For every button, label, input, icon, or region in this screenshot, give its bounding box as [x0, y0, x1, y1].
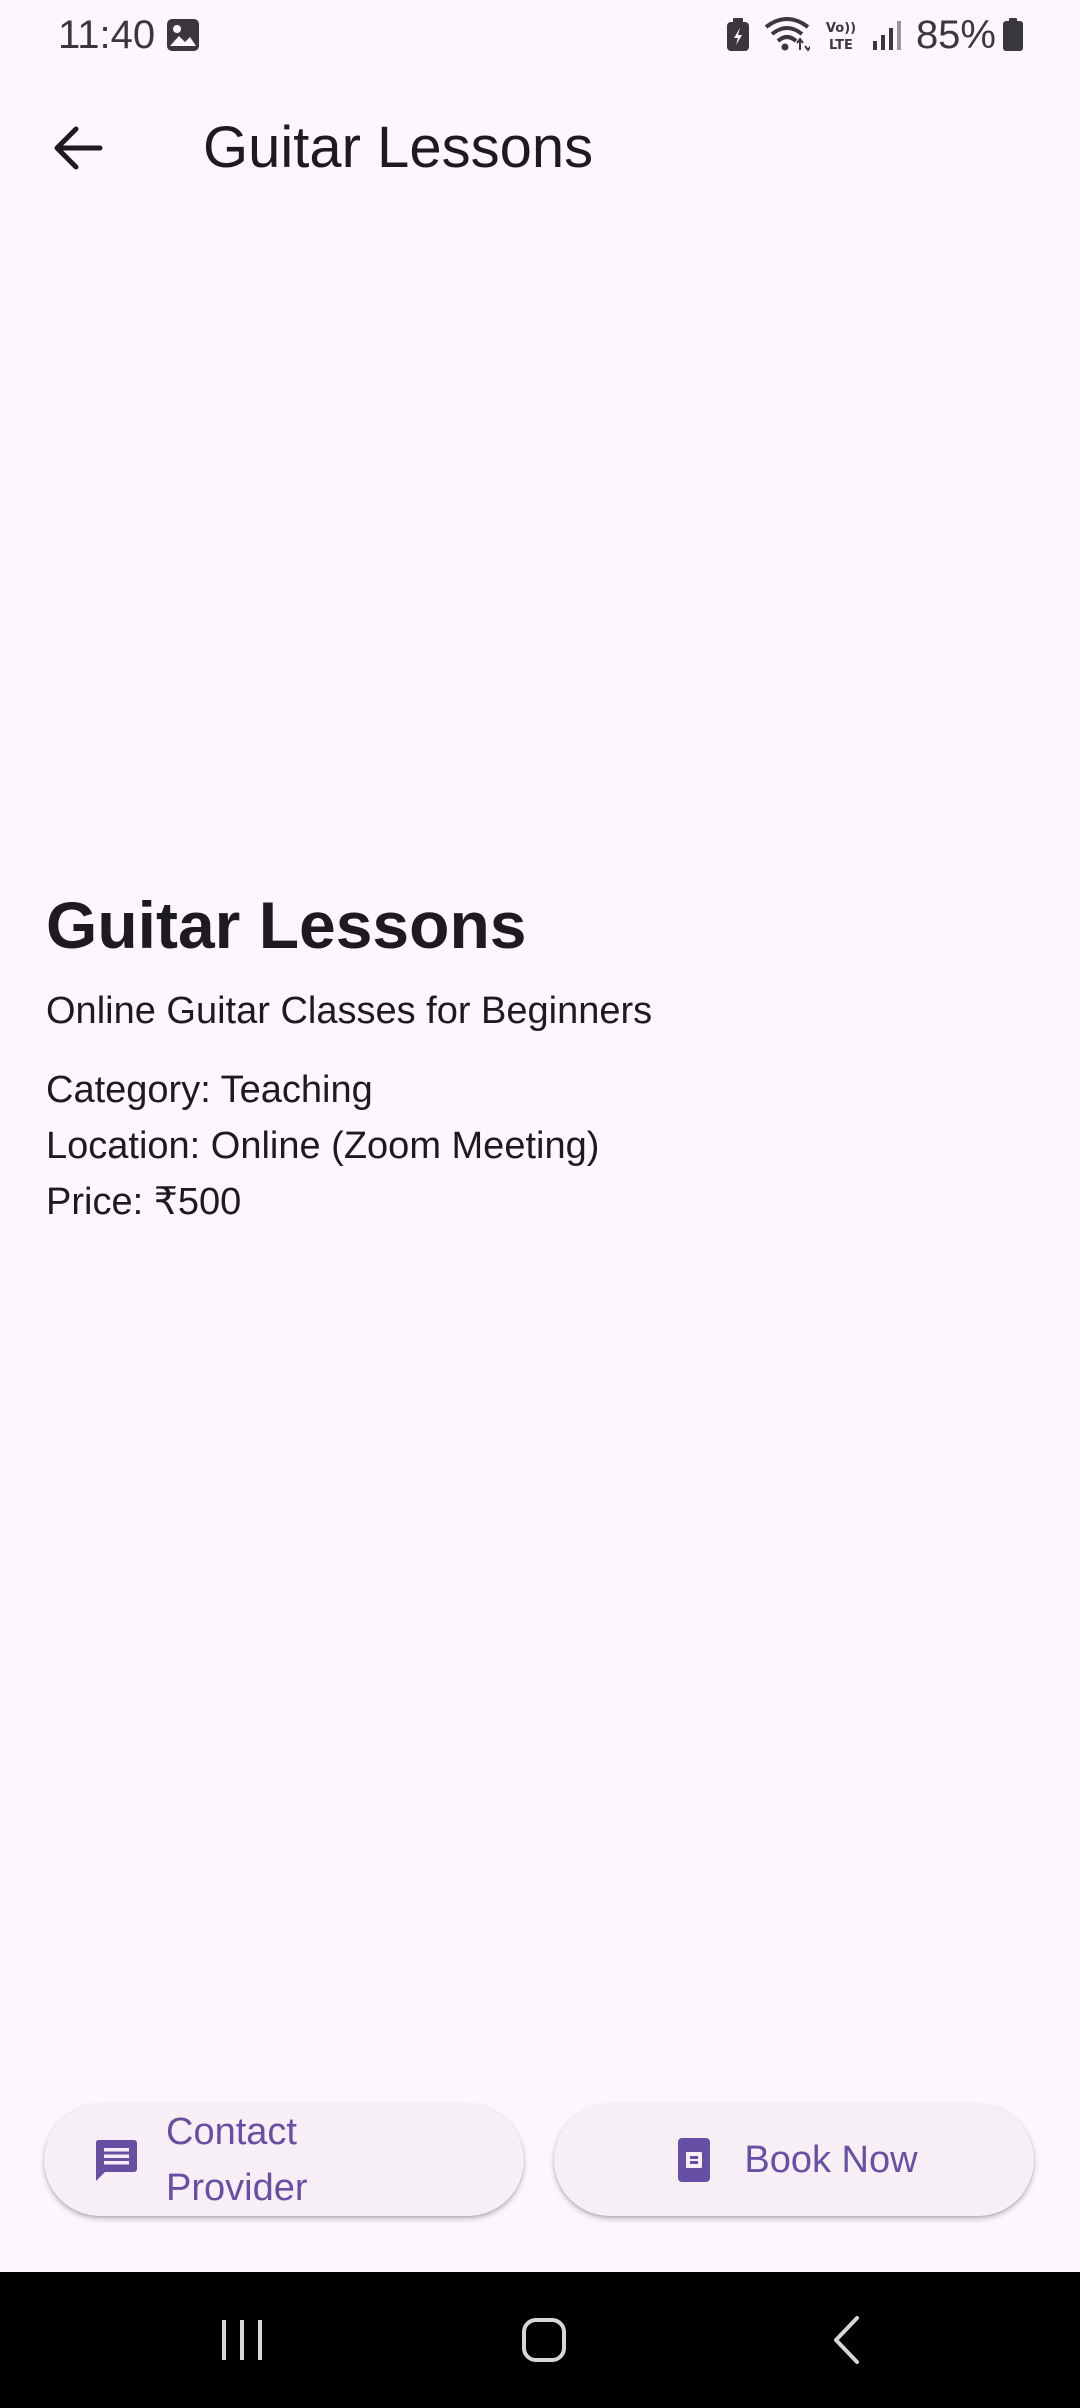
recents-icon — [222, 2320, 262, 2360]
system-nav-bar — [0, 2272, 1080, 2408]
service-location: Location: Online (Zoom Meeting) — [46, 1125, 600, 1167]
contact-provider-label: Contact Provider — [166, 2111, 308, 2209]
service-category: Category: Teaching — [46, 1069, 373, 1111]
book-now-label: Book Now — [744, 2139, 918, 2181]
app-bar: Guitar Lessons — [0, 86, 1080, 210]
gallery-icon — [166, 18, 200, 52]
home-icon — [522, 2318, 566, 2362]
home-button[interactable] — [484, 2300, 604, 2380]
wifi-icon — [764, 17, 810, 53]
service-price: Price: ₹500 — [46, 1181, 242, 1223]
volte-icon: Vo)) LTE — [824, 17, 858, 53]
page-title: Guitar Lessons — [203, 115, 594, 180]
book-now-button[interactable]: Book Now — [554, 2104, 1034, 2216]
svg-text:LTE: LTE — [829, 38, 853, 53]
battery-saver-icon — [726, 18, 750, 52]
service-title: Guitar Lessons — [46, 888, 527, 962]
recents-button[interactable] — [182, 2300, 302, 2380]
status-time: 11:40 — [58, 13, 156, 57]
back-button[interactable] — [36, 112, 120, 184]
book-icon — [670, 2136, 718, 2184]
battery-icon — [1002, 18, 1024, 52]
status-bar: 11:40 Vo)) LTE 85% — [0, 0, 1080, 70]
svg-text:Vo)): Vo)) — [826, 21, 856, 36]
service-info: Category: Teaching Location: Online (Zoo… — [46, 1062, 1036, 1230]
service-details: Guitar Lessons Online Guitar Classes for… — [46, 880, 1036, 1230]
signal-icon — [872, 19, 902, 51]
contact-provider-button[interactable]: Contact Provider — [44, 2104, 524, 2216]
service-subtitle: Online Guitar Classes for Beginners — [46, 990, 653, 1032]
battery-percent: 85% — [915, 12, 996, 57]
arrow-back-icon — [54, 126, 103, 170]
message-icon — [92, 2136, 140, 2184]
nav-back-button[interactable] — [786, 2300, 906, 2380]
back-icon — [834, 2316, 859, 2364]
status-icons: Vo)) LTE 85% — [726, 10, 1024, 60]
